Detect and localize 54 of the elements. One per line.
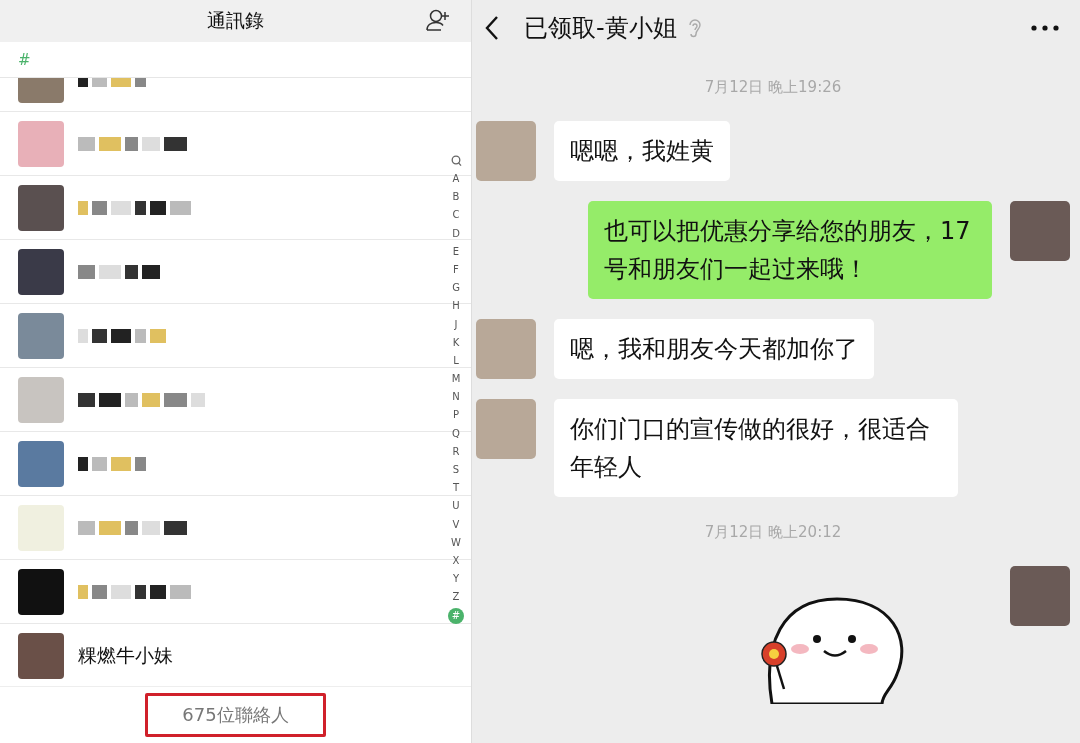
add-contact-icon[interactable] <box>425 8 451 32</box>
avatar-photo <box>18 312 64 359</box>
avatar-photo <box>476 399 536 459</box>
index-letter[interactable]: U <box>448 497 464 516</box>
avatar-photo <box>18 632 64 679</box>
index-letter[interactable]: C <box>448 206 464 225</box>
index-letter[interactable]: T <box>448 479 464 498</box>
index-letter[interactable]: H <box>448 297 464 316</box>
ear-icon <box>686 17 703 39</box>
avatar-photo <box>1010 566 1070 626</box>
index-letter[interactable]: J <box>448 315 464 334</box>
index-letter[interactable]: A <box>448 170 464 189</box>
index-letter[interactable]: D <box>448 224 464 243</box>
message-bubble: 也可以把优惠分享给您的朋友，17号和朋友们一起过来哦！ <box>588 201 992 299</box>
contact-name[interactable]: 粿燃牛小妹 <box>78 642 173 669</box>
index-letter[interactable]: N <box>448 388 464 407</box>
search-icon[interactable] <box>450 155 462 167</box>
index-letter[interactable]: R <box>448 442 464 461</box>
chat-title: 已领取-黄小姐 <box>524 13 677 44</box>
avatar-photo <box>18 376 64 423</box>
contact-count: 675位聯絡人 <box>145 693 326 737</box>
avatar-photo <box>476 319 536 379</box>
index-letter[interactable]: Z <box>448 588 464 607</box>
avatar-photo <box>18 120 64 167</box>
index-letter[interactable]: M <box>448 370 464 389</box>
index-letter[interactable]: Q <box>448 424 464 443</box>
avatar-photo <box>1010 201 1070 261</box>
timestamp: 7月12日 晚上19:26 <box>704 78 842 97</box>
message-bubble: 你们门口的宣传做的很好，很适合年轻人 <box>554 399 958 497</box>
message-bubble: 嗯，我和朋友今天都加你了 <box>554 319 874 379</box>
avatar-photo <box>18 440 64 487</box>
index-letter[interactable]: S <box>448 461 464 480</box>
index-letter[interactable]: V <box>448 515 464 534</box>
index-letter[interactable]: B <box>448 188 464 207</box>
avatar-photo <box>18 248 64 295</box>
index-letter[interactable]: K <box>448 333 464 352</box>
index-letter[interactable]: E <box>448 242 464 261</box>
index-letter[interactable]: Y <box>448 570 464 589</box>
index-letter[interactable]: W <box>448 533 464 552</box>
index-letter[interactable]: L <box>448 351 464 371</box>
blurred-name-drawing <box>78 456 146 471</box>
index-letter[interactable]: P <box>448 406 464 425</box>
avatar-photo <box>18 504 64 551</box>
section-header: # <box>18 50 31 69</box>
index-letter[interactable]: G <box>448 279 464 298</box>
timestamp: 7月12日 晚上20:12 <box>704 523 842 542</box>
avatar-photo <box>18 568 64 615</box>
avatar-photo <box>18 184 64 231</box>
screen-title: 通訊錄 <box>207 8 264 33</box>
more-icon[interactable] <box>1030 24 1060 32</box>
message-bubble: 嗯嗯，我姓黄 <box>554 121 730 181</box>
index-letter[interactable]: F <box>448 260 464 280</box>
index-letter[interactable]: X <box>448 551 464 571</box>
avatar-photo <box>476 121 536 181</box>
